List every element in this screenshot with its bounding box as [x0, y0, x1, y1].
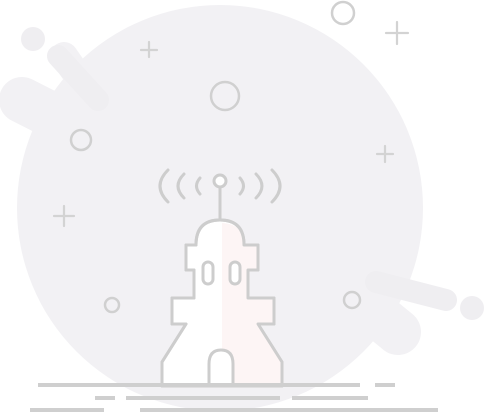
empty-state-illustration: [0, 0, 485, 413]
radio-tower-illustration: [0, 0, 484, 412]
